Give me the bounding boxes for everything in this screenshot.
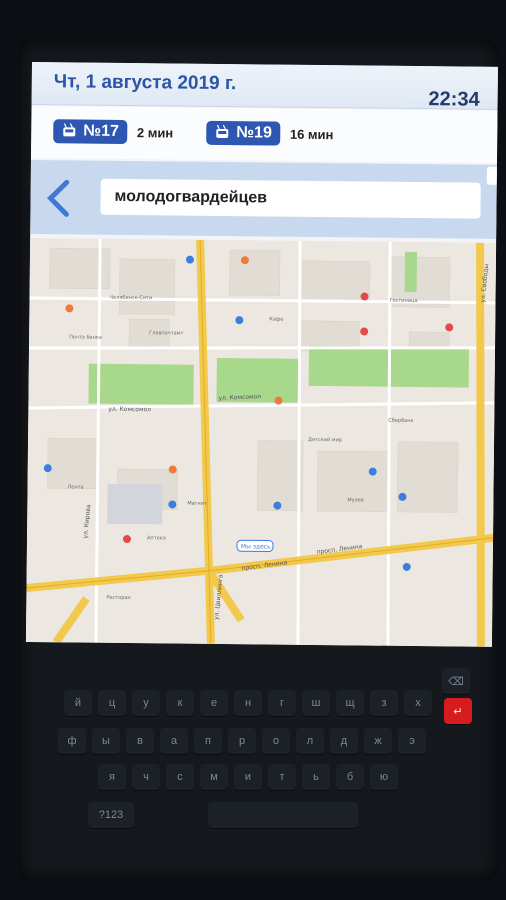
- space-key[interactable]: [208, 802, 358, 828]
- key-л[interactable]: л: [296, 728, 324, 754]
- key-ж[interactable]: ж: [364, 728, 392, 754]
- enter-key[interactable]: ↵: [444, 698, 472, 724]
- svg-text:Детский мир: Детский мир: [308, 436, 342, 443]
- key-д[interactable]: д: [330, 728, 358, 754]
- key-м[interactable]: м: [200, 764, 228, 790]
- svg-text:Мы здесь: Мы здесь: [241, 543, 271, 550]
- svg-text:Ресторан: Ресторан: [106, 595, 130, 601]
- clock-label: 22:34: [428, 88, 480, 111]
- key-ф[interactable]: ф: [58, 728, 86, 754]
- key-х[interactable]: х: [404, 690, 432, 716]
- route-number: №17: [83, 122, 120, 140]
- svg-text:Аптека: Аптека: [147, 535, 166, 541]
- map-canvas[interactable]: ул. Комсомол ул. Комсомол просп. Ленина …: [25, 237, 497, 647]
- svg-text:ул. Комсомол: ул. Комсомол: [108, 406, 151, 413]
- route-eta: 16 мин: [289, 126, 334, 142]
- key-щ[interactable]: щ: [336, 690, 364, 716]
- city-map[interactable]: ул. Комсомол ул. Комсомол просп. Ленина …: [25, 237, 497, 647]
- date-label: Чт, 1 августа 2019 г.: [53, 71, 237, 95]
- backspace-key[interactable]: ⌫: [442, 668, 470, 694]
- trolleybus-icon: [216, 124, 229, 139]
- key-ы[interactable]: ы: [92, 728, 120, 754]
- svg-text:Главпочтамт: Главпочтамт: [149, 330, 183, 336]
- key-с[interactable]: с: [166, 764, 194, 790]
- route-item[interactable]: №19 16 мин: [206, 120, 334, 146]
- key-з[interactable]: з: [370, 690, 398, 716]
- key-р[interactable]: р: [228, 728, 256, 754]
- numbers-key[interactable]: ?123: [88, 802, 134, 828]
- key-т[interactable]: т: [268, 764, 296, 790]
- key-в[interactable]: в: [126, 728, 154, 754]
- search-input[interactable]: [100, 178, 481, 219]
- key-ц[interactable]: ц: [98, 690, 126, 716]
- status-bar: Чт, 1 августа 2019 г. 22:34: [31, 62, 498, 111]
- key-е[interactable]: е: [200, 690, 228, 716]
- key-и[interactable]: и: [234, 764, 262, 790]
- svg-text:Лента: Лента: [68, 484, 84, 490]
- key-г[interactable]: г: [268, 690, 296, 716]
- key-ш[interactable]: ш: [302, 690, 330, 716]
- route-arrivals: №17 2 мин №19 16 мин: [30, 105, 498, 163]
- svg-text:Сбербанк: Сбербанк: [388, 418, 413, 424]
- svg-text:Магнит: Магнит: [187, 501, 207, 507]
- side-tab[interactable]: [486, 166, 497, 185]
- key-б[interactable]: б: [336, 764, 364, 790]
- key-ь[interactable]: ь: [302, 764, 330, 790]
- key-у[interactable]: у: [132, 690, 160, 716]
- key-о[interactable]: о: [262, 728, 290, 754]
- svg-text:Почта банка: Почта банка: [69, 334, 102, 340]
- key-к[interactable]: к: [166, 690, 194, 716]
- route-badge[interactable]: №19: [206, 120, 281, 146]
- key-н[interactable]: н: [234, 690, 262, 716]
- search-bar: [30, 159, 497, 239]
- key-я[interactable]: я: [98, 764, 126, 790]
- onscreen-keyboard: й ц у к е н г ш щ з х ⌫ ↵ ф ы в а п р о л д ж э я ч с м и т ь б ю ?123: [58, 668, 498, 868]
- route-badge[interactable]: №17: [53, 119, 128, 144]
- back-arrow-icon[interactable]: [44, 178, 74, 218]
- svg-text:Челябинск-Сити: Челябинск-Сити: [110, 295, 153, 301]
- route-number: №19: [236, 124, 272, 142]
- svg-text:Гостиница: Гостиница: [389, 298, 417, 304]
- key-а[interactable]: а: [160, 728, 188, 754]
- key-п[interactable]: п: [194, 728, 222, 754]
- key-ю[interactable]: ю: [370, 764, 398, 790]
- key-й[interactable]: й: [64, 690, 92, 716]
- route-eta: 2 мин: [136, 124, 174, 140]
- route-item[interactable]: №17 2 мин: [53, 119, 173, 144]
- key-ч[interactable]: ч: [132, 764, 160, 790]
- kiosk-screen: Чт, 1 августа 2019 г. 22:34 №17 2 мин №1…: [25, 62, 498, 647]
- trolleybus-icon: [63, 123, 76, 137]
- svg-text:Музей: Музей: [347, 496, 363, 503]
- key-э[interactable]: э: [398, 728, 426, 754]
- svg-text:Кафе: Кафе: [269, 316, 283, 322]
